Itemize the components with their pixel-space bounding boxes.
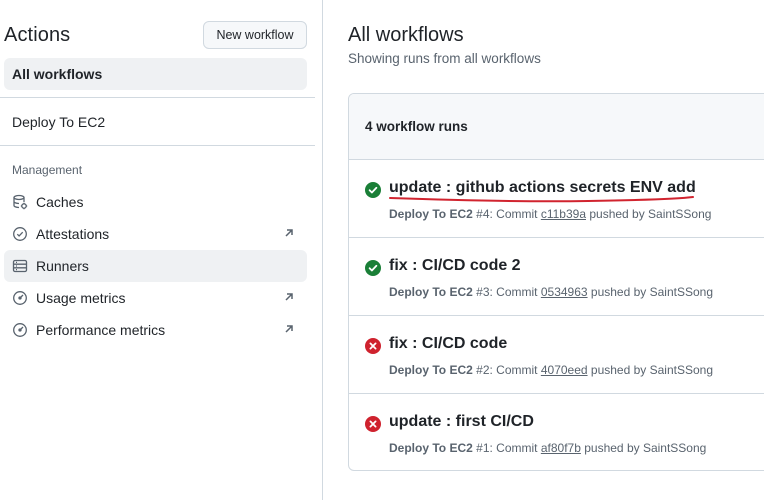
commit-prefix: : Commit <box>489 207 538 221</box>
sidebar-item-all-workflows[interactable]: All workflows <box>4 58 307 90</box>
cache-icon <box>12 194 28 210</box>
meter-icon <box>12 322 28 338</box>
sidebar-item-deploy-to-ec2[interactable]: Deploy To EC2 <box>4 106 307 138</box>
pushed-by: pushed by SaintSSong <box>584 441 707 455</box>
run-meta: Deploy To EC2 #2: Commit 4070eed pushed … <box>389 363 713 377</box>
check-circle-icon <box>365 260 381 276</box>
workflow-run-row[interactable]: update : github actions secrets ENV add … <box>349 160 764 238</box>
page-title: All workflows <box>348 24 464 46</box>
run-meta: Deploy To EC2 #1: Commit af80f7b pushed … <box>389 441 706 455</box>
arrow-up-right-icon <box>283 323 295 335</box>
run-meta: Deploy To EC2 #4: Commit c11b39a pushed … <box>389 207 711 221</box>
run-number: #3 <box>476 285 490 299</box>
runners-icon <box>12 258 28 274</box>
workflow-runs-list: 4 workflow runs update : github actions … <box>348 93 764 471</box>
commit-sha-link[interactable]: 4070eed <box>541 363 588 377</box>
sidebar-item-usage-metrics[interactable]: Usage metrics <box>4 282 307 314</box>
pushed-by: pushed by SaintSSong <box>590 285 713 299</box>
commit-prefix: : Commit <box>489 285 538 299</box>
sidebar-item-runners[interactable]: Runners <box>4 250 307 282</box>
sidebar-item-label: Caches <box>36 194 84 210</box>
workflow-run-row[interactable]: update : first CI/CD Deploy To EC2 #1: C… <box>349 394 764 470</box>
run-number: #4 <box>476 207 490 221</box>
sidebar-title: Actions <box>4 24 71 46</box>
sidebar-item-label: Performance metrics <box>36 322 166 338</box>
runs-count: 4 workflow runs <box>349 94 764 160</box>
sidebar-item-attestations[interactable]: Attestations <box>4 218 307 250</box>
run-meta: Deploy To EC2 #3: Commit 0534963 pushed … <box>389 285 713 299</box>
workflow-run-row[interactable]: fix : CI/CD code Deploy To EC2 #2: Commi… <box>349 316 764 394</box>
run-number: #2 <box>476 363 490 377</box>
commit-prefix: : Commit <box>489 441 538 455</box>
workflow-run-row[interactable]: fix : CI/CD code 2 Deploy To EC2 #3: Com… <box>349 238 764 316</box>
arrow-up-right-icon <box>283 227 295 239</box>
run-workflow-name: Deploy To EC2 <box>389 207 473 221</box>
commit-prefix: : Commit <box>489 363 538 377</box>
sidebar-item-label: Usage metrics <box>36 290 126 306</box>
run-title-link[interactable]: fix : CI/CD code <box>389 335 507 353</box>
sidebar: Actions New workflow All workflows Deplo… <box>0 0 323 500</box>
sidebar-item-caches[interactable]: Caches <box>4 186 307 218</box>
attestation-icon <box>12 226 28 242</box>
pushed-by: pushed by SaintSSong <box>590 363 713 377</box>
pushed-by: pushed by SaintSSong <box>589 207 712 221</box>
commit-sha-link[interactable]: af80f7b <box>541 441 581 455</box>
management-section-label: Management <box>12 163 83 177</box>
run-number: #1 <box>476 441 490 455</box>
sidebar-item-label: All workflows <box>12 66 103 82</box>
meter-icon <box>12 290 28 306</box>
divider <box>0 145 315 146</box>
page-subtitle: Showing runs from all workflows <box>348 51 541 66</box>
run-workflow-name: Deploy To EC2 <box>389 363 473 377</box>
x-circle-icon <box>365 416 381 432</box>
sidebar-item-label: Attestations <box>36 226 110 242</box>
check-circle-icon <box>365 182 381 198</box>
actions-page: Actions New workflow All workflows Deplo… <box>0 0 764 500</box>
run-title-link[interactable]: fix : CI/CD code 2 <box>389 257 521 275</box>
sidebar-item-label: Runners <box>36 258 89 274</box>
run-workflow-name: Deploy To EC2 <box>389 441 473 455</box>
sidebar-item-performance-metrics[interactable]: Performance metrics <box>4 314 307 346</box>
arrow-up-right-icon <box>283 291 295 303</box>
commit-sha-link[interactable]: c11b39a <box>541 207 586 221</box>
sidebar-item-label: Deploy To EC2 <box>12 114 106 130</box>
commit-sha-link[interactable]: 0534963 <box>541 285 588 299</box>
run-title-link[interactable]: update : github actions secrets ENV add <box>389 179 696 197</box>
x-circle-icon <box>365 338 381 354</box>
new-workflow-button[interactable]: New workflow <box>203 21 307 49</box>
divider <box>0 97 315 98</box>
run-title-link[interactable]: update : first CI/CD <box>389 413 534 431</box>
run-workflow-name: Deploy To EC2 <box>389 285 473 299</box>
